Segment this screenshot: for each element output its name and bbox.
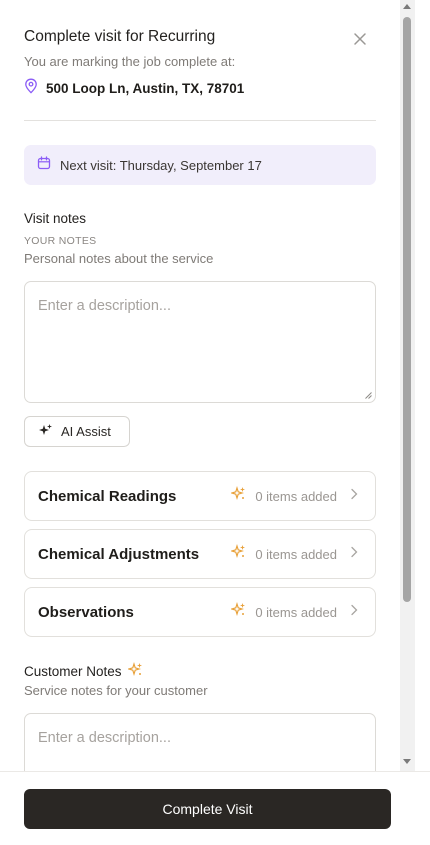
resize-handle-icon[interactable]	[365, 392, 372, 399]
card-count: 0 items added	[255, 546, 337, 562]
map-pin-icon	[24, 78, 38, 99]
visit-notes-placeholder: Enter a description...	[38, 298, 171, 314]
panel-title: Complete visit for Recurring	[24, 28, 216, 45]
customer-notes-heading: Customer Notes	[24, 662, 143, 680]
ai-assist-button[interactable]: AI Assist	[24, 416, 130, 447]
chevron-right-icon	[346, 487, 362, 505]
card-count: 0 items added	[255, 488, 337, 504]
customer-notes-subtitle: Service notes for your customer	[24, 683, 208, 698]
panel-subtitle: You are marking the job complete at:	[24, 54, 236, 69]
card-count: 0 items added	[255, 604, 337, 620]
chemical-readings-card[interactable]: Chemical Readings 0 items added	[24, 471, 376, 521]
card-title: Observations	[38, 603, 134, 621]
visit-notes-title: Visit notes	[24, 211, 87, 226]
chevron-right-icon	[346, 545, 362, 563]
visit-notes-subtitle: Personal notes about the service	[24, 251, 214, 266]
card-title: Chemical Readings	[38, 487, 177, 505]
calendar-icon	[37, 155, 51, 175]
customer-notes-input[interactable]: Enter a description...	[24, 713, 376, 771]
customer-notes-title: Customer Notes	[24, 663, 122, 679]
sparkles-icon	[230, 602, 246, 622]
complete-visit-button[interactable]: Complete Visit	[24, 789, 391, 829]
address-text: 500 Loop Ln, Austin, TX, 78701	[46, 81, 245, 96]
scrollbar-thumb[interactable]	[403, 17, 411, 602]
observations-card[interactable]: Observations 0 items added	[24, 587, 376, 637]
next-visit-banner: Next visit: Thursday, September 17	[24, 145, 376, 185]
close-icon[interactable]	[352, 32, 368, 48]
sparkles-icon	[126, 662, 143, 680]
complete-visit-panel: Complete visit for Recurring You are mar…	[0, 0, 400, 771]
chemical-adjustments-card[interactable]: Chemical Adjustments 0 items added	[24, 529, 376, 579]
next-visit-text: Next visit: Thursday, September 17	[60, 157, 262, 173]
chevron-right-icon	[346, 603, 362, 621]
ai-assist-label: AI Assist	[61, 424, 111, 439]
sparkles-icon	[230, 486, 246, 506]
visit-notes-input[interactable]: Enter a description...	[24, 281, 376, 403]
sparkles-icon	[38, 423, 53, 441]
scroll-down-arrow-icon[interactable]	[403, 759, 411, 764]
customer-notes-placeholder: Enter a description...	[38, 730, 171, 746]
sparkles-icon	[230, 544, 246, 564]
scroll-up-arrow-icon[interactable]	[403, 4, 411, 9]
card-title: Chemical Adjustments	[38, 545, 200, 563]
job-address: 500 Loop Ln, Austin, TX, 78701	[24, 78, 244, 99]
header-divider	[24, 120, 376, 121]
your-notes-caption: YOUR NOTES	[24, 235, 97, 247]
